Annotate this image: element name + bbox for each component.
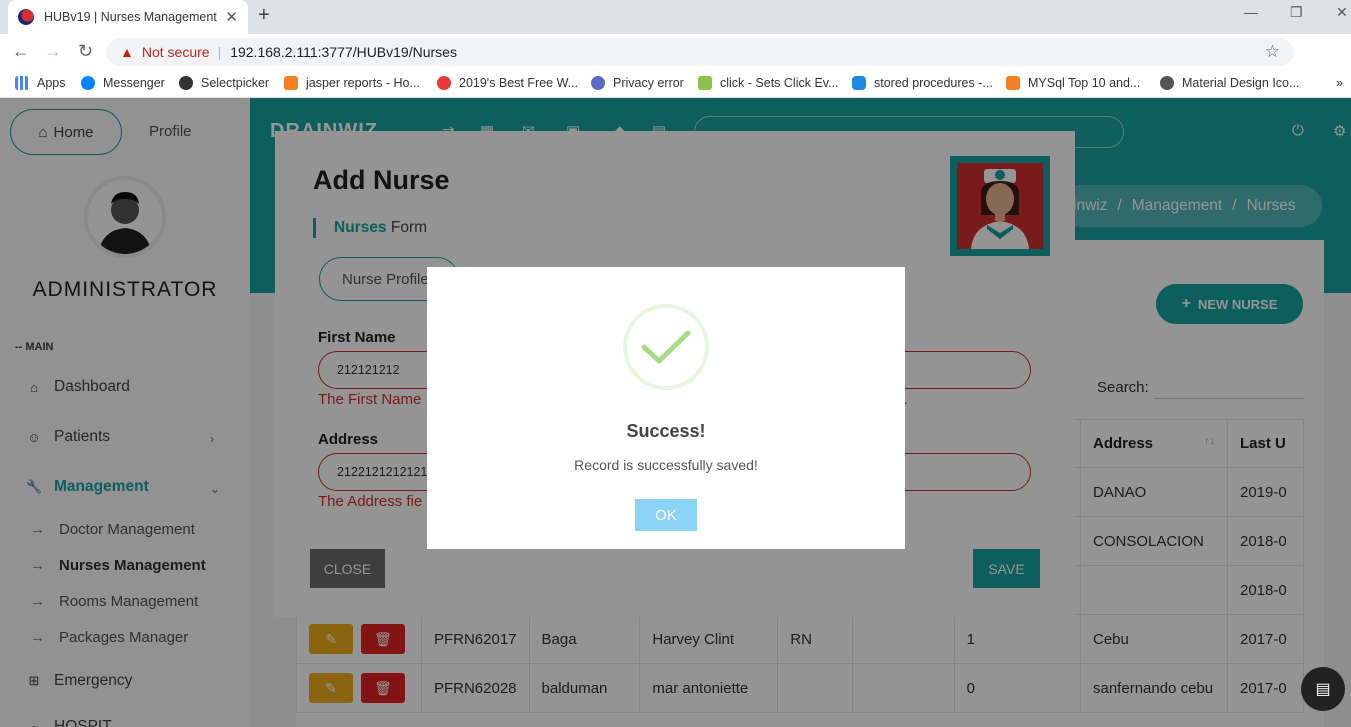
forward-icon[interactable]: → [44, 41, 62, 62]
bookmark-selectpicker[interactable]: Selectpicker [179, 76, 269, 90]
bookmarks-bar: Apps Messenger Selectpicker jasper repor… [0, 70, 1351, 98]
globe-icon [1160, 76, 1174, 90]
dialog-title: Success! [626, 421, 706, 441]
warning-icon: ▲ [120, 44, 134, 60]
bookmark-label: click - Sets Click Ev... [720, 76, 839, 90]
bookmark-label: jasper reports - Ho... [306, 76, 420, 90]
success-ring [623, 304, 709, 390]
bookmark-label: Messenger [103, 76, 165, 90]
bookmark-label: Apps [37, 76, 66, 90]
database-icon [852, 76, 866, 90]
reload-icon[interactable]: ↻ [78, 41, 93, 62]
url-separator: | [217, 44, 222, 60]
chat-widget-button[interactable]: ▤ [1301, 667, 1345, 711]
chat-bubble-icon: ▤ [1315, 681, 1331, 698]
not-secure-label: Not secure [141, 44, 210, 60]
bookmark-mysql[interactable]: MYSql Top 10 and... [1006, 76, 1140, 90]
browser-tab-strip: HUBv19 | Nurses Management ✕ + — ❐ ✕ [0, 0, 1351, 34]
apps-grid-icon [15, 76, 29, 90]
github-icon [179, 76, 193, 90]
success-dialog: Success! Record is successfully saved! O… [427, 267, 905, 549]
browser-tab[interactable]: HUBv19 | Nurses Management ✕ [8, 0, 248, 34]
bookmark-material-design[interactable]: Material Design Ico... [1160, 76, 1299, 90]
check-icon [641, 330, 691, 364]
bookmark-best-free[interactable]: 2019's Best Free W... [437, 76, 578, 90]
bookmark-star-icon[interactable]: ☆ [1265, 42, 1280, 62]
back-icon[interactable]: ← [12, 41, 30, 62]
messenger-icon [81, 76, 95, 90]
bookmark-stored-procedures[interactable]: stored procedures -... [852, 76, 993, 90]
site-favicon-icon [18, 9, 34, 25]
address-bar: ← → ↻ ▲ Not secure | 192.168.2.111:3777/… [0, 34, 1351, 96]
bookmark-jasper[interactable]: jasper reports - Ho... [284, 76, 420, 90]
site-icon [698, 76, 712, 90]
globe-icon [591, 76, 605, 90]
window-close-icon[interactable]: ✕ [1336, 4, 1348, 21]
bookmark-click-sets[interactable]: click - Sets Click Ev... [698, 76, 839, 90]
minimize-icon[interactable]: — [1244, 4, 1258, 20]
stackoverflow-icon [284, 76, 298, 90]
restore-icon[interactable]: ❐ [1290, 4, 1303, 21]
bookmark-label: Material Design Ico... [1182, 76, 1300, 90]
bookmark-label: stored procedures -... [874, 76, 993, 90]
bookmark-messenger[interactable]: Messenger [81, 76, 165, 90]
bookmark-privacy-error[interactable]: Privacy error [591, 76, 684, 90]
dialog-message: Record is successfully saved! [574, 457, 758, 473]
bookmark-label: Privacy error [613, 76, 684, 90]
bookmark-label: MYSql Top 10 and... [1028, 76, 1141, 90]
bookmarks-more-button[interactable]: » [1336, 76, 1343, 90]
ok-button[interactable]: OK [635, 499, 697, 531]
url-text: 192.168.2.111:3777/HUBv19/Nurses [230, 44, 457, 60]
new-tab-button[interactable]: + [258, 4, 270, 27]
bookmark-apps[interactable]: Apps [15, 76, 66, 90]
close-tab-icon[interactable]: ✕ [225, 8, 238, 26]
stackoverflow-icon [1006, 76, 1020, 90]
tab-title: HUBv19 | Nurses Management [44, 10, 217, 24]
site-icon [437, 76, 451, 90]
bookmark-label: 2019's Best Free W... [459, 76, 579, 90]
url-field[interactable]: ▲ Not secure | 192.168.2.111:3777/HUBv19… [106, 38, 1294, 66]
bookmark-label: Selectpicker [201, 76, 270, 90]
